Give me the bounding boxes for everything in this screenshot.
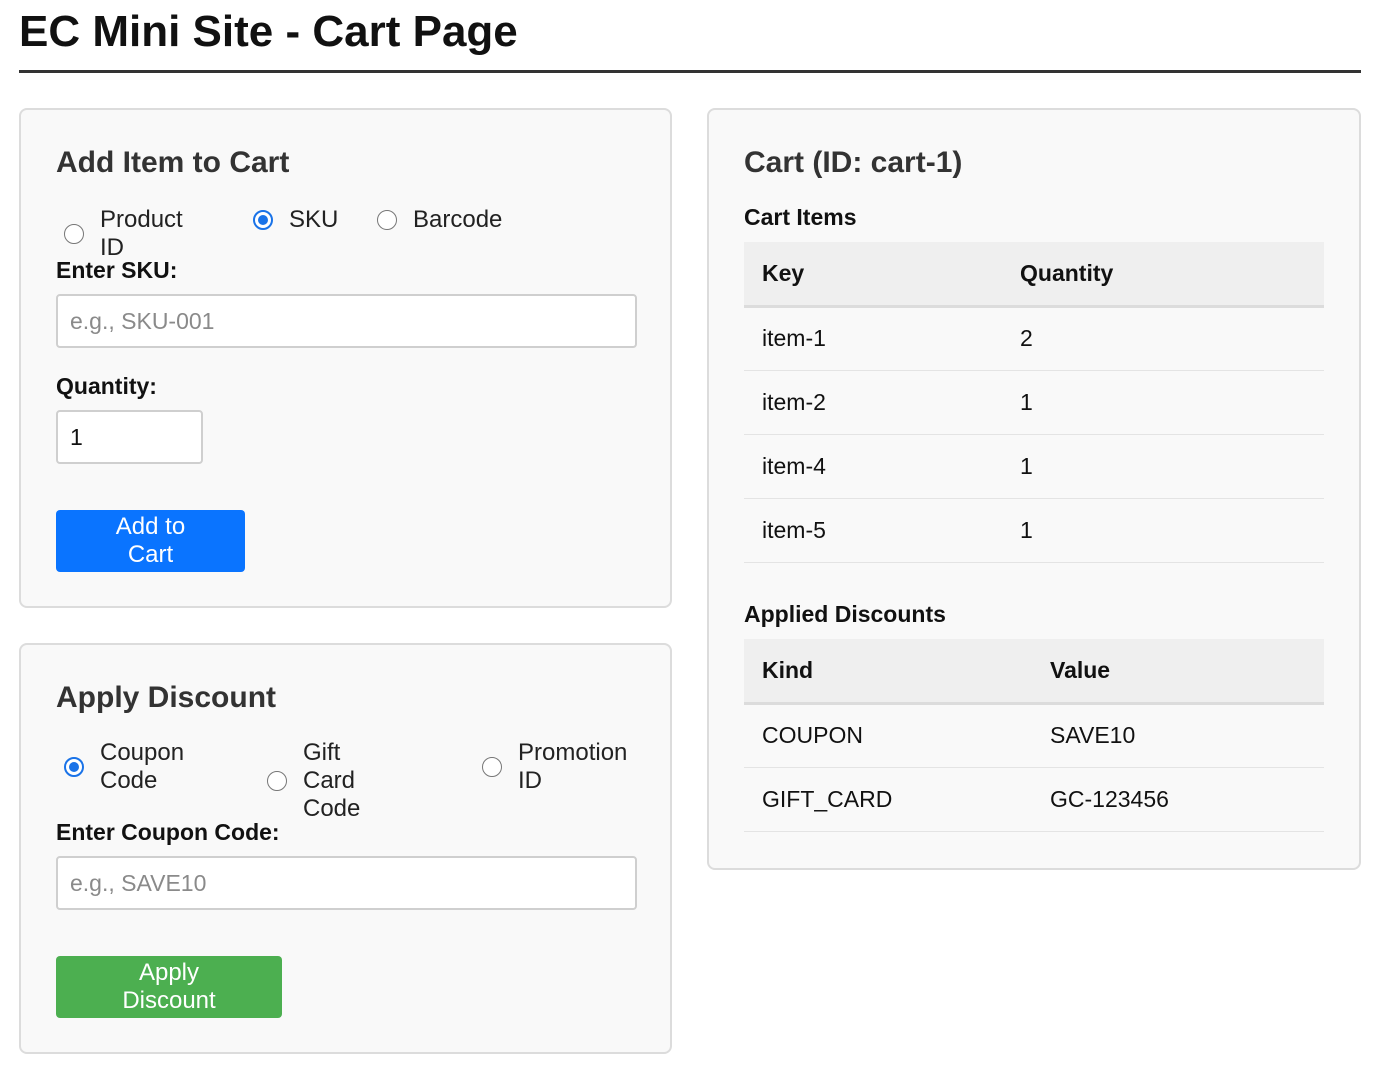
radio-promotion-id[interactable]: Promotion ID	[482, 739, 627, 795]
radio-promotion-id-label: Promotion ID	[518, 739, 628, 794]
radio-sku-circle[interactable]	[253, 210, 273, 230]
cart-item-quantity: 1	[1002, 498, 1324, 563]
radio-barcode-circle[interactable]	[377, 210, 397, 230]
cart-item-key: item-4	[744, 434, 1002, 499]
table-row: COUPON SAVE10	[744, 703, 1324, 768]
table-row: item-4 1	[744, 434, 1324, 499]
table-row: item-2 1	[744, 370, 1324, 435]
column-header-value: Value	[1032, 639, 1324, 705]
discount-value: GC-123456	[1032, 767, 1324, 832]
apply-discount-heading: Apply Discount	[56, 681, 277, 714]
radio-sku-label: SKU	[289, 206, 339, 233]
applied-discounts-table: Kind Value COUPON SAVE10 GIFT_CARD GC-12…	[744, 639, 1324, 832]
column-header-kind: Kind	[744, 639, 1032, 705]
sku-label: Enter SKU:	[56, 257, 178, 283]
table-row: item-1 2	[744, 306, 1324, 371]
radio-product-id-label: Product ID	[100, 206, 183, 261]
table-row: item-5 1	[744, 498, 1324, 563]
radio-barcode[interactable]: Barcode	[377, 206, 502, 234]
radio-gift-card-code-label: Gift Card Code	[303, 739, 361, 822]
cart-item-key: item-5	[744, 498, 1002, 563]
cart-item-quantity: 2	[1002, 306, 1324, 371]
coupon-code-input[interactable]	[56, 856, 637, 910]
column-header-key: Key	[744, 242, 1002, 308]
apply-discount-button[interactable]: Apply Discount	[56, 956, 282, 1018]
add-item-heading: Add Item to Cart	[56, 146, 290, 179]
cart-items-heading: Cart Items	[744, 204, 857, 230]
radio-sku[interactable]: SKU	[253, 206, 338, 234]
cart-heading: Cart (ID: cart-1)	[744, 146, 963, 179]
quantity-label: Quantity:	[56, 373, 157, 399]
radio-gift-card-code-circle[interactable]	[267, 771, 287, 791]
cart-items-table: Key Quantity item-1 2 item-2 1 item-4 1 …	[744, 242, 1324, 563]
cart-item-quantity: 1	[1002, 434, 1324, 499]
radio-promotion-id-circle[interactable]	[482, 757, 502, 777]
cart-item-quantity: 1	[1002, 370, 1324, 435]
apply-discount-panel: Apply Discount Coupon Code Gift Card Code …	[19, 643, 672, 1054]
applied-discounts-header-row: Kind Value	[744, 639, 1324, 705]
cart-items-header-row: Key Quantity	[744, 242, 1324, 308]
discount-kind: COUPON	[744, 703, 1032, 768]
column-header-quantity: Quantity	[1002, 242, 1324, 308]
discount-value: SAVE10	[1032, 703, 1324, 768]
discount-kind: GIFT_CARD	[744, 767, 1032, 832]
cart-item-key: item-1	[744, 306, 1002, 371]
radio-coupon-code-label: Coupon Code	[100, 739, 185, 794]
page-title: EC Mini Site - Cart Page	[19, 7, 518, 56]
quantity-input[interactable]	[56, 410, 203, 464]
radio-barcode-label: Barcode	[413, 206, 503, 233]
radio-product-id[interactable]: Product ID	[64, 206, 183, 262]
add-item-panel: Add Item to Cart Product ID SKU Barcode …	[19, 108, 672, 608]
sku-input[interactable]	[56, 294, 637, 348]
cart-panel: Cart (ID: cart-1) Cart Items Key Quantit…	[707, 108, 1361, 870]
radio-coupon-code-circle[interactable]	[64, 757, 84, 777]
table-row: GIFT_CARD GC-123456	[744, 767, 1324, 832]
applied-discounts-heading: Applied Discounts	[744, 601, 946, 627]
add-to-cart-button[interactable]: Add to Cart	[56, 510, 245, 572]
coupon-code-label: Enter Coupon Code:	[56, 819, 280, 845]
radio-product-id-circle[interactable]	[64, 224, 84, 244]
cart-item-key: item-2	[744, 370, 1002, 435]
radio-coupon-code[interactable]: Coupon Code	[64, 739, 184, 795]
title-divider	[19, 70, 1361, 73]
radio-gift-card-code[interactable]: Gift Card Code	[267, 739, 360, 823]
